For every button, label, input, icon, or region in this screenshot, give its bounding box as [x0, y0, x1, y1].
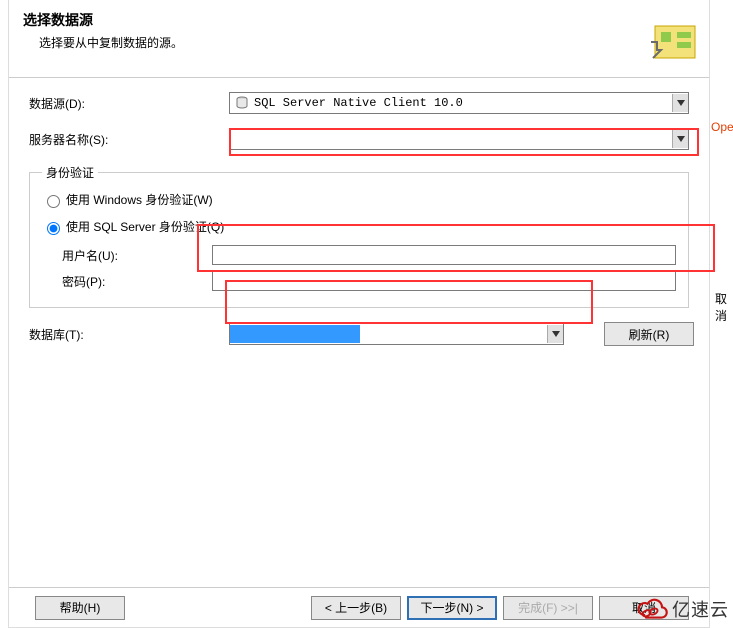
- dialog-footer: 帮助(H) < 上一步(B) 下一步(N) > 完成(F) >>| 取消: [9, 587, 709, 627]
- database-label: 数据库(T):: [29, 326, 229, 343]
- cutoff-right-top: Ope: [711, 120, 733, 134]
- data-source-dropdown[interactable]: SQL Server Native Client 10.0: [229, 92, 689, 114]
- sqlserver-icon: [234, 95, 250, 111]
- wizard-database-icon: [651, 18, 699, 66]
- windows-auth-label[interactable]: 使用 Windows 身份验证(W): [66, 191, 213, 208]
- cloud-link-icon: [634, 596, 668, 622]
- wizard-dialog: 选择数据源 选择要从中复制数据的源。 数据源(D):: [8, 0, 710, 628]
- sql-auth-label[interactable]: 使用 SQL Server 身份验证(Q): [66, 218, 224, 235]
- dropdown-arrow-icon[interactable]: [672, 130, 688, 148]
- username-label: 用户名(U):: [62, 247, 212, 264]
- auth-legend: 身份验证: [42, 164, 98, 181]
- finish-button: 完成(F) >>|: [503, 596, 593, 620]
- watermark-text: 亿速云: [672, 596, 729, 622]
- data-source-label: 数据源(D):: [29, 95, 229, 112]
- data-source-value: SQL Server Native Client 10.0: [254, 96, 672, 110]
- password-label: 密码(P):: [62, 273, 212, 290]
- cutoff-right-mid: 取消: [715, 290, 733, 324]
- dialog-header: 选择数据源 选择要从中复制数据的源。: [9, 0, 709, 78]
- next-button[interactable]: 下一步(N) >: [407, 596, 497, 620]
- help-button[interactable]: 帮助(H): [35, 596, 125, 620]
- refresh-button[interactable]: 刷新(R): [604, 322, 694, 346]
- header-title: 选择数据源: [23, 10, 695, 30]
- watermark: 亿速云: [634, 596, 729, 622]
- auth-fieldset: 身份验证 使用 Windows 身份验证(W) 使用 SQL Server 身份…: [29, 164, 689, 308]
- password-input[interactable]: [212, 271, 676, 291]
- windows-auth-radio[interactable]: [47, 195, 60, 208]
- server-name-dropdown[interactable]: [229, 128, 689, 150]
- database-dropdown[interactable]: [229, 323, 564, 345]
- back-button[interactable]: < 上一步(B): [311, 596, 401, 620]
- dropdown-arrow-icon[interactable]: [547, 325, 563, 343]
- dropdown-arrow-icon[interactable]: [672, 94, 688, 112]
- username-input[interactable]: [212, 245, 676, 265]
- header-subtitle: 选择要从中复制数据的源。: [23, 34, 695, 51]
- sql-auth-radio[interactable]: [47, 222, 60, 235]
- database-value: [230, 325, 360, 343]
- dialog-body: 数据源(D): SQL Server Native Client 10.0: [9, 78, 709, 374]
- server-name-label: 服务器名称(S):: [29, 131, 229, 148]
